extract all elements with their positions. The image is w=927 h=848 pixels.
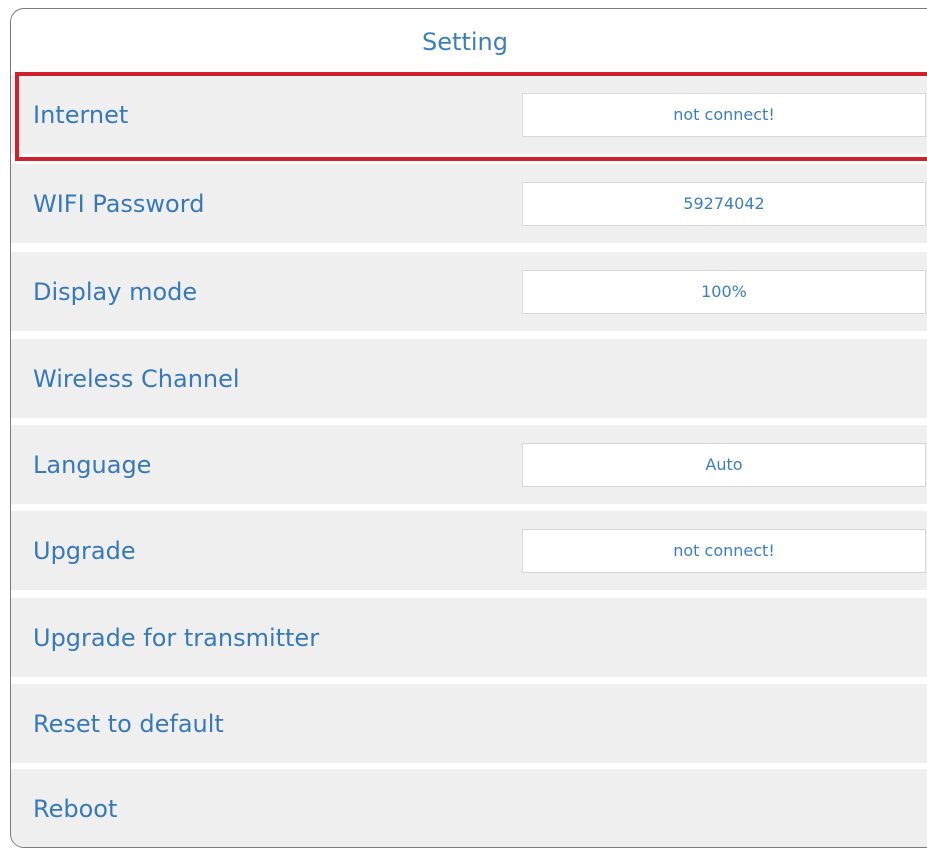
row-label: Reset to default [33, 709, 224, 738]
settings-row-wifi-password[interactable]: WIFI Password 59274042 [11, 164, 927, 243]
row-label: Reboot [33, 794, 118, 823]
row-label: Internet [33, 100, 129, 129]
settings-row-internet[interactable]: Internet not connect! [11, 75, 927, 154]
settings-row-reset-default[interactable]: Reset to default [11, 684, 927, 763]
settings-row-display-mode[interactable]: Display mode 100% [11, 252, 927, 331]
page-title: Setting [422, 28, 508, 56]
settings-header: Setting [11, 9, 927, 75]
settings-row-wireless-channel[interactable]: Wireless Channel [11, 339, 927, 418]
settings-row-upgrade[interactable]: Upgrade not connect! [11, 511, 927, 590]
row-label: Upgrade for transmitter [33, 623, 320, 652]
row-label: WIFI Password [33, 189, 205, 218]
upgrade-status-value: not connect! [522, 528, 926, 573]
wifi-password-value: 59274042 [522, 181, 926, 226]
internet-status-value: not connect! [522, 92, 926, 137]
display-mode-value: 100% [522, 269, 926, 314]
row-label: Display mode [33, 277, 198, 306]
settings-row-reboot[interactable]: Reboot [11, 769, 927, 847]
row-label: Upgrade [33, 536, 136, 565]
settings-row-upgrade-transmitter[interactable]: Upgrade for transmitter [11, 598, 927, 677]
settings-panel: Setting Internet not connect! WIFI Passw… [10, 8, 927, 848]
language-value: Auto [522, 442, 926, 487]
row-label: Language [33, 450, 152, 479]
row-label: Wireless Channel [33, 364, 240, 393]
settings-row-language[interactable]: Language Auto [11, 425, 927, 504]
